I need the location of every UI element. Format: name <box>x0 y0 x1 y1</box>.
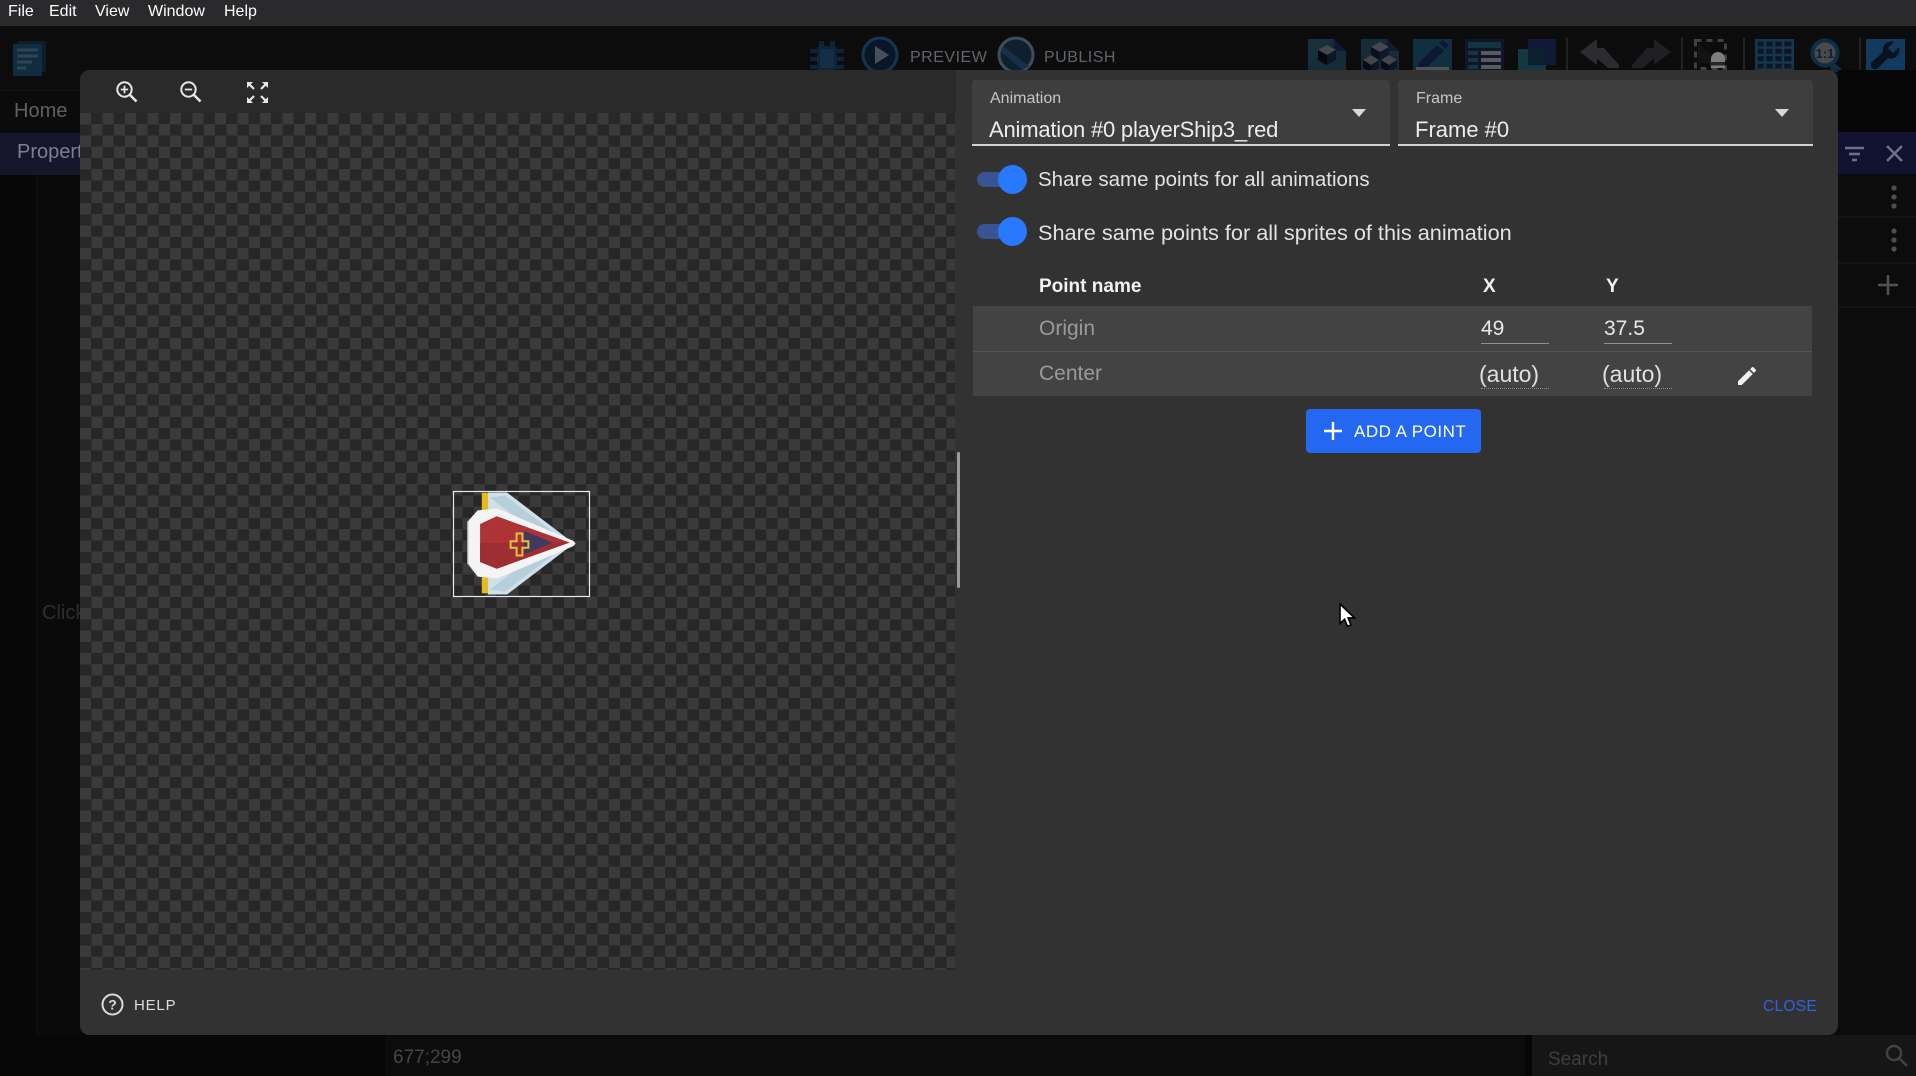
svg-text:?: ? <box>108 997 117 1013</box>
svg-text:1:1: 1:1 <box>1816 46 1835 61</box>
